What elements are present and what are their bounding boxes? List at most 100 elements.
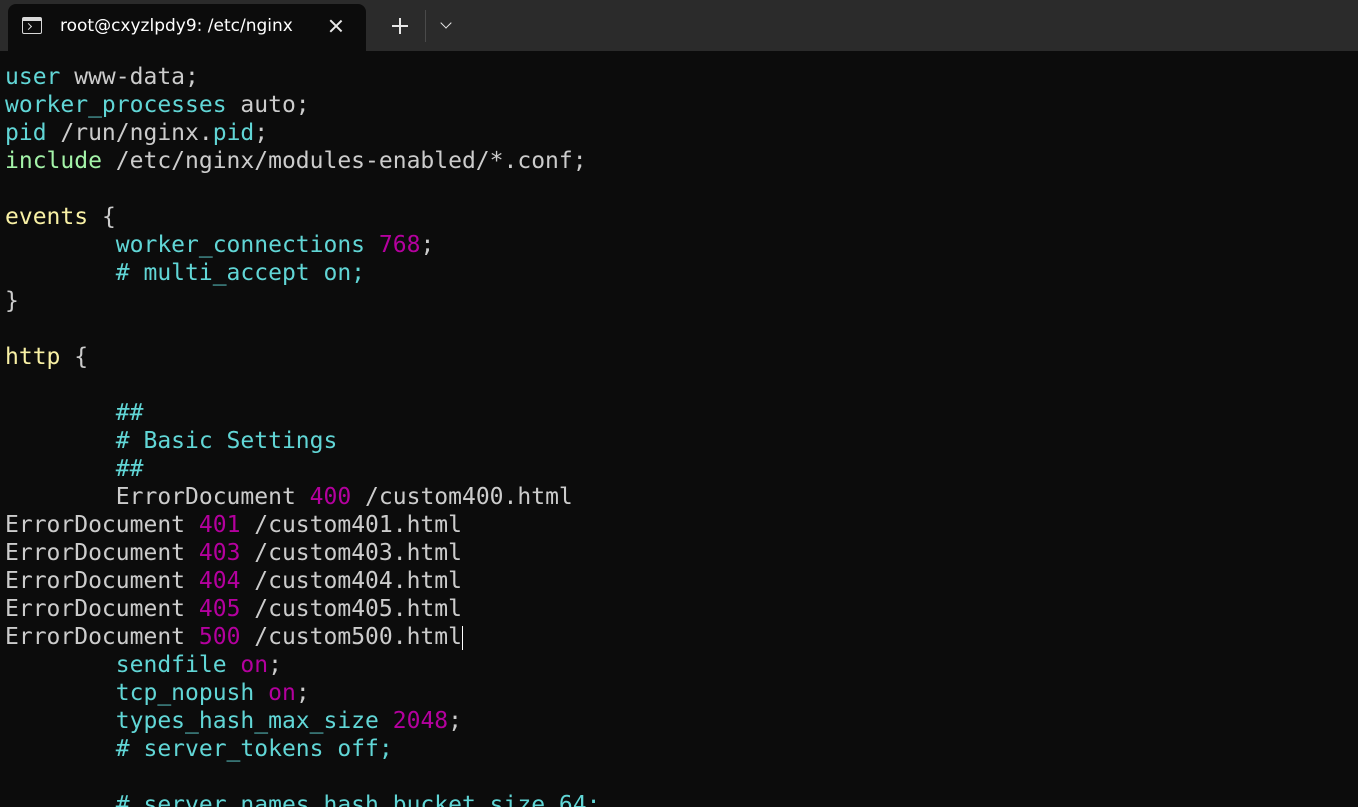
- code-token: ;: [448, 708, 462, 734]
- code-token: 2048: [392, 708, 449, 734]
- terminal-window: root@cxyzlpdy9: /etc/nginx user www-data…: [0, 0, 1358, 807]
- terminal-line: pid /run/nginx.pid;: [5, 119, 1355, 147]
- terminal-line: # server_names_hash_bucket_size 64;: [5, 791, 1355, 807]
- terminal-line: ErrorDocument 403 /custom403.html: [5, 539, 1355, 567]
- terminal-line: tcp_nopush on;: [5, 679, 1355, 707]
- code-token: ErrorDocument: [115, 484, 310, 510]
- code-token: on: [268, 680, 296, 706]
- code-token: # multi_accept on;: [115, 260, 366, 286]
- code-token: on: [240, 652, 269, 678]
- code-token: {: [88, 204, 116, 230]
- code-token: pid: [5, 120, 47, 146]
- code-token: /custom404.html: [240, 568, 462, 594]
- code-token: ;: [268, 652, 282, 678]
- code-token: auto;: [226, 92, 310, 118]
- code-token: # server_tokens off;: [115, 736, 393, 762]
- code-token: /custom400.html: [351, 484, 573, 510]
- code-token: 404: [198, 568, 241, 594]
- code-token: worker_processes: [5, 92, 227, 118]
- terminal-line: events {: [5, 203, 1355, 231]
- code-token: tcp_nopush: [115, 680, 255, 706]
- code-token: {: [60, 344, 89, 370]
- code-token: 500: [198, 624, 241, 650]
- code-token: ErrorDocument: [5, 596, 199, 622]
- code-token: ErrorDocument: [5, 624, 199, 650]
- code-token: ;: [254, 120, 269, 146]
- terminal-line: worker_connections 768;: [5, 231, 1355, 259]
- close-icon[interactable]: [324, 14, 348, 38]
- code-token: ##: [115, 400, 144, 426]
- code-token: ;: [295, 680, 310, 706]
- code-token: /custom401.html: [240, 512, 462, 538]
- terminal-line: ErrorDocument 404 /custom404.html: [5, 567, 1355, 595]
- tab-terminal[interactable]: root@cxyzlpdy9: /etc/nginx: [8, 4, 366, 51]
- terminal-line: user www-data;: [5, 63, 1355, 91]
- code-token: events: [5, 204, 89, 230]
- tab-title: root@cxyzlpdy9: /etc/nginx: [60, 16, 293, 36]
- terminal-line: ErrorDocument 405 /custom405.html: [5, 595, 1355, 623]
- code-token: # Basic Settings: [115, 428, 338, 454]
- code-token: 401: [198, 512, 241, 538]
- code-token: /custom405.html: [240, 596, 462, 622]
- terminal-line: types_hash_max_size 2048;: [5, 707, 1355, 735]
- code-token: ErrorDocument: [5, 540, 199, 566]
- terminal-line: ErrorDocument 400 /custom400.html: [5, 483, 1355, 511]
- code-token: /etc/nginx/modules-enabled/*.conf;: [101, 148, 587, 174]
- code-token: 400: [309, 484, 352, 510]
- terminal-content[interactable]: user www-data; worker_processes auto; pid …: [5, 63, 1355, 807]
- code-token: ;: [420, 232, 435, 258]
- terminal-icon: [22, 17, 42, 34]
- terminal-line: worker_processes auto;: [5, 91, 1355, 119]
- code-token: include: [5, 148, 102, 174]
- terminal-line: ErrorDocument 401 /custom401.html: [5, 511, 1355, 539]
- terminal-line: # Basic Settings: [5, 427, 1355, 455]
- code-token: /run/nginx.: [46, 120, 213, 146]
- code-token: /custom403.html: [240, 540, 462, 566]
- plus-icon[interactable]: [386, 12, 414, 40]
- code-token: ErrorDocument: [5, 512, 199, 538]
- terminal-line: include /etc/nginx/modules-enabled/*.con…: [5, 147, 1355, 175]
- code-token: user: [5, 64, 61, 90]
- terminal-line: # multi_accept on;: [5, 259, 1355, 287]
- code-token: ##: [115, 456, 144, 482]
- code-token: 405: [198, 596, 241, 622]
- code-token: 768: [378, 232, 421, 258]
- terminal-line: }: [5, 287, 1355, 315]
- terminal-line: # server_tokens off;: [5, 735, 1355, 763]
- code-token: worker_connections: [115, 232, 366, 258]
- code-token: sendfile: [115, 652, 227, 678]
- code-token: pid: [212, 120, 255, 146]
- code-token: types_hash_max_size: [115, 708, 379, 734]
- tab-bar: root@cxyzlpdy9: /etc/nginx: [0, 0, 1358, 51]
- code-token: www-data;: [60, 64, 199, 90]
- code-token: /custom500.html: [240, 624, 462, 650]
- text-cursor: [461, 625, 464, 650]
- code-token: ErrorDocument: [5, 568, 199, 594]
- chevron-down-icon[interactable]: [434, 12, 460, 40]
- code-token: 403: [198, 540, 241, 566]
- tab-separator: [425, 10, 426, 42]
- code-token: }: [5, 288, 19, 314]
- code-token: # server_names_hash_bucket_size 64;: [115, 792, 601, 807]
- terminal-line: ErrorDocument 500 /custom500.html: [5, 623, 1355, 651]
- terminal-line: ##: [5, 399, 1355, 427]
- terminal-line: ##: [5, 455, 1355, 483]
